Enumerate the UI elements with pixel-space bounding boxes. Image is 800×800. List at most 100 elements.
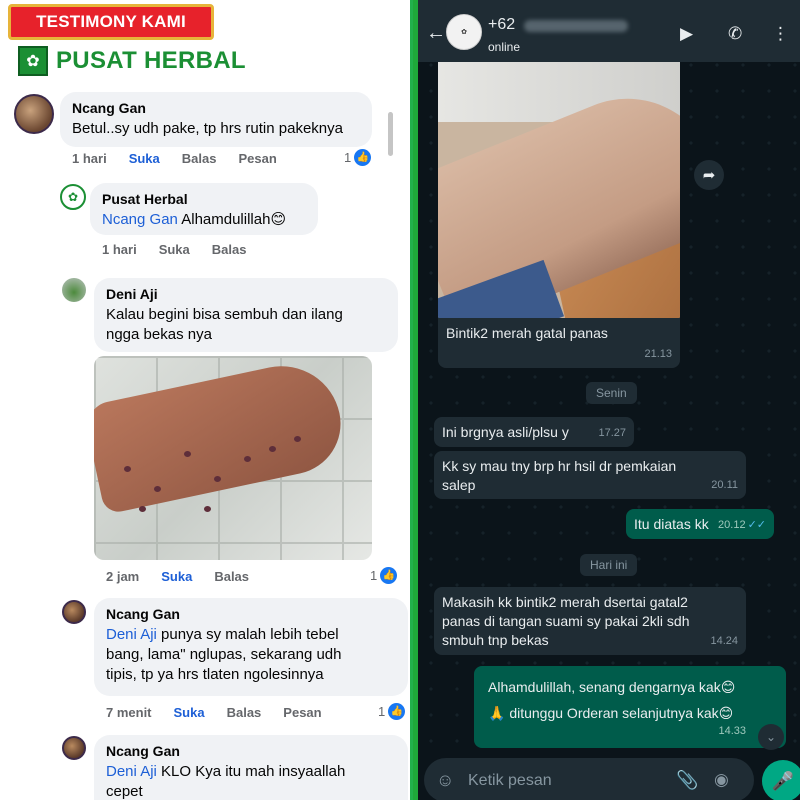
message-button[interactable]: Pesan: [238, 151, 276, 166]
commenter-name[interactable]: Deni Aji: [106, 285, 386, 303]
comment-bubble: Ncang Gan Deni Aji punya sy malah lebih …: [94, 598, 408, 696]
facebook-comments-panel: TESTIMONY KAMI ✿ PUSAT HERBAL Ncang Gan …: [0, 0, 413, 800]
comment-text: Alhamdulillah😊: [177, 211, 287, 228]
contact-phone[interactable]: +62: [488, 16, 515, 34]
comment-text: KLO Kya itu mah insyaallah: [156, 763, 346, 780]
avatar[interactable]: [62, 736, 86, 760]
reaction-count[interactable]: 1 👍: [378, 703, 406, 720]
like-icon: 👍: [380, 567, 398, 584]
contact-avatar[interactable]: ✿: [446, 14, 482, 50]
message-time: 20.12: [718, 519, 746, 531]
like-icon: 👍: [354, 149, 372, 166]
reaction-number: 1: [344, 150, 352, 165]
message-text: Makasih kk bintik2 merah dsertai gatal2: [442, 594, 688, 610]
avatar[interactable]: [14, 94, 54, 134]
avatar[interactable]: ✿: [60, 184, 86, 210]
blurred-number: [524, 20, 628, 32]
message-button[interactable]: Pesan: [283, 705, 321, 720]
like-button[interactable]: Suka: [159, 242, 190, 257]
comment-time: 7 menit: [106, 705, 152, 720]
comment-text: tipis, tp ya hrs tlaten ngolesinnya: [106, 666, 324, 683]
comment-bubble: Deni Aji Kalau begini bisa sembuh dan il…: [94, 278, 398, 352]
avatar[interactable]: [62, 278, 86, 302]
mention-link[interactable]: Deni Aji: [106, 626, 157, 643]
comment-bubble: Ncang Gan Betul..sy udh pake, tp hrs rut…: [60, 92, 372, 147]
like-button[interactable]: Suka: [161, 569, 192, 584]
message-time: 14.24: [710, 635, 738, 647]
scroll-down-icon[interactable]: ⌄: [758, 724, 784, 750]
incoming-message[interactable]: Kk sy mau tny brp hr hsil dr pemkaian sa…: [434, 451, 746, 499]
comment-actions: 2 jam Suka Balas: [106, 569, 271, 584]
message-text: smbuh tnp bekas: [442, 632, 549, 648]
commenter-name[interactable]: Ncang Gan: [106, 605, 396, 623]
read-ticks-icon: ✓✓: [747, 519, 766, 531]
phone-call-icon[interactable]: ✆: [728, 24, 742, 44]
comment-text: Betul..sy udh pake, tp hrs rutin pakekny…: [72, 120, 343, 137]
reaction-number: 1: [370, 568, 378, 583]
comment-time: 1 hari: [72, 151, 107, 166]
comment-text: ngga bekas nya: [106, 326, 212, 343]
message-text: Ini brgnya asli/plsu y: [442, 424, 569, 440]
avatar[interactable]: [62, 600, 86, 624]
brand-header: ✿ PUSAT HERBAL: [18, 46, 246, 76]
forward-icon[interactable]: ➦: [694, 160, 724, 190]
comment-text: Kalau begini bisa sembuh dan ilang: [106, 306, 343, 323]
comment-actions: 1 hari Suka Balas: [102, 242, 268, 257]
incoming-message[interactable]: Ini brgnya asli/plsu y 17.27: [434, 417, 634, 447]
message-input[interactable]: Ketik pesan: [468, 772, 552, 790]
video-call-icon[interactable]: ▶: [680, 24, 693, 44]
emoji-icon[interactable]: ☺: [436, 770, 454, 791]
comment-photo[interactable]: [94, 356, 372, 560]
message-text: Kk sy mau tny brp hr hsil dr pemkaian: [442, 458, 677, 474]
reply-button[interactable]: Balas: [214, 569, 249, 584]
commenter-name[interactable]: Ncang Gan: [106, 742, 396, 760]
chat-header: ← ✿ +62 online ▶ ✆ ⋮: [418, 0, 800, 62]
attachment-icon[interactable]: 📎: [676, 770, 698, 791]
comment-bubble: Pusat Herbal Ncang Gan Alhamdulillah😊: [90, 183, 318, 235]
testimony-banner: TESTIMONY KAMI: [8, 4, 214, 40]
incoming-message[interactable]: Bintik2 merah gatal panas 21.13: [438, 318, 680, 368]
message-text: Alhamdulillah, senang dengarnya kak😊: [488, 679, 736, 695]
camera-icon[interactable]: ◉: [714, 770, 729, 790]
incoming-message[interactable]: Makasih kk bintik2 merah dsertai gatal2 …: [434, 587, 746, 655]
mention-link[interactable]: Ncang Gan: [102, 211, 178, 228]
reaction-number: 1: [378, 704, 386, 719]
chat-photo[interactable]: [438, 62, 680, 320]
message-time: 17.27: [598, 427, 626, 439]
comment-bubble: Ncang Gan Deni Aji KLO Kya itu mah insya…: [94, 735, 408, 800]
more-options-icon[interactable]: ⋮: [772, 24, 789, 44]
commenter-name[interactable]: Pusat Herbal: [102, 190, 306, 208]
whatsapp-chat-panel: Bintik2 merah gatal panas 21.13 ➦ Senin …: [418, 0, 800, 800]
comment-actions: 1 hari Suka Balas Pesan: [72, 151, 299, 166]
message-input-bar[interactable]: ☺ Ketik pesan 📎 ◉: [424, 758, 754, 800]
message-text: Bintik2 merah gatal panas: [446, 325, 608, 341]
message-text: panas di tangan suami sy pakai 2kli sdh: [442, 613, 690, 629]
like-icon: 👍: [388, 703, 406, 720]
message-time: 14.33: [718, 725, 746, 737]
like-button[interactable]: Suka: [129, 151, 160, 166]
message-text: Itu diatas kk: [634, 516, 709, 532]
reaction-count[interactable]: 1 👍: [370, 567, 398, 584]
outgoing-message[interactable]: Itu diatas kk 20.12 ✓✓: [626, 509, 774, 539]
date-chip: Senin: [586, 382, 637, 404]
herbal-logo-icon: ✿: [18, 46, 48, 76]
message-text: salep: [442, 477, 476, 493]
commenter-name[interactable]: Ncang Gan: [72, 99, 360, 117]
scrollbar[interactable]: [388, 112, 393, 156]
mention-link[interactable]: Deni Aji: [106, 763, 157, 780]
like-button[interactable]: Suka: [174, 705, 205, 720]
contact-status: online: [488, 40, 521, 54]
reaction-count[interactable]: 1 👍: [344, 149, 372, 166]
message-time: 21.13: [644, 348, 672, 360]
date-chip: Hari ini: [580, 554, 638, 576]
back-arrow-icon[interactable]: ←: [426, 22, 446, 45]
comment-text: punya sy malah lebih tebel: [156, 626, 339, 643]
reply-button[interactable]: Balas: [212, 242, 247, 257]
comment-text: cepet: [106, 783, 143, 800]
comment-actions: 7 menit Suka Balas Pesan: [106, 705, 344, 720]
reply-button[interactable]: Balas: [182, 151, 217, 166]
brand-name: PUSAT HERBAL: [56, 47, 246, 74]
microphone-icon[interactable]: 🎤: [762, 760, 800, 800]
reply-button[interactable]: Balas: [227, 705, 262, 720]
outgoing-message[interactable]: Alhamdulillah, senang dengarnya kak😊 🙏 d…: [474, 666, 786, 748]
